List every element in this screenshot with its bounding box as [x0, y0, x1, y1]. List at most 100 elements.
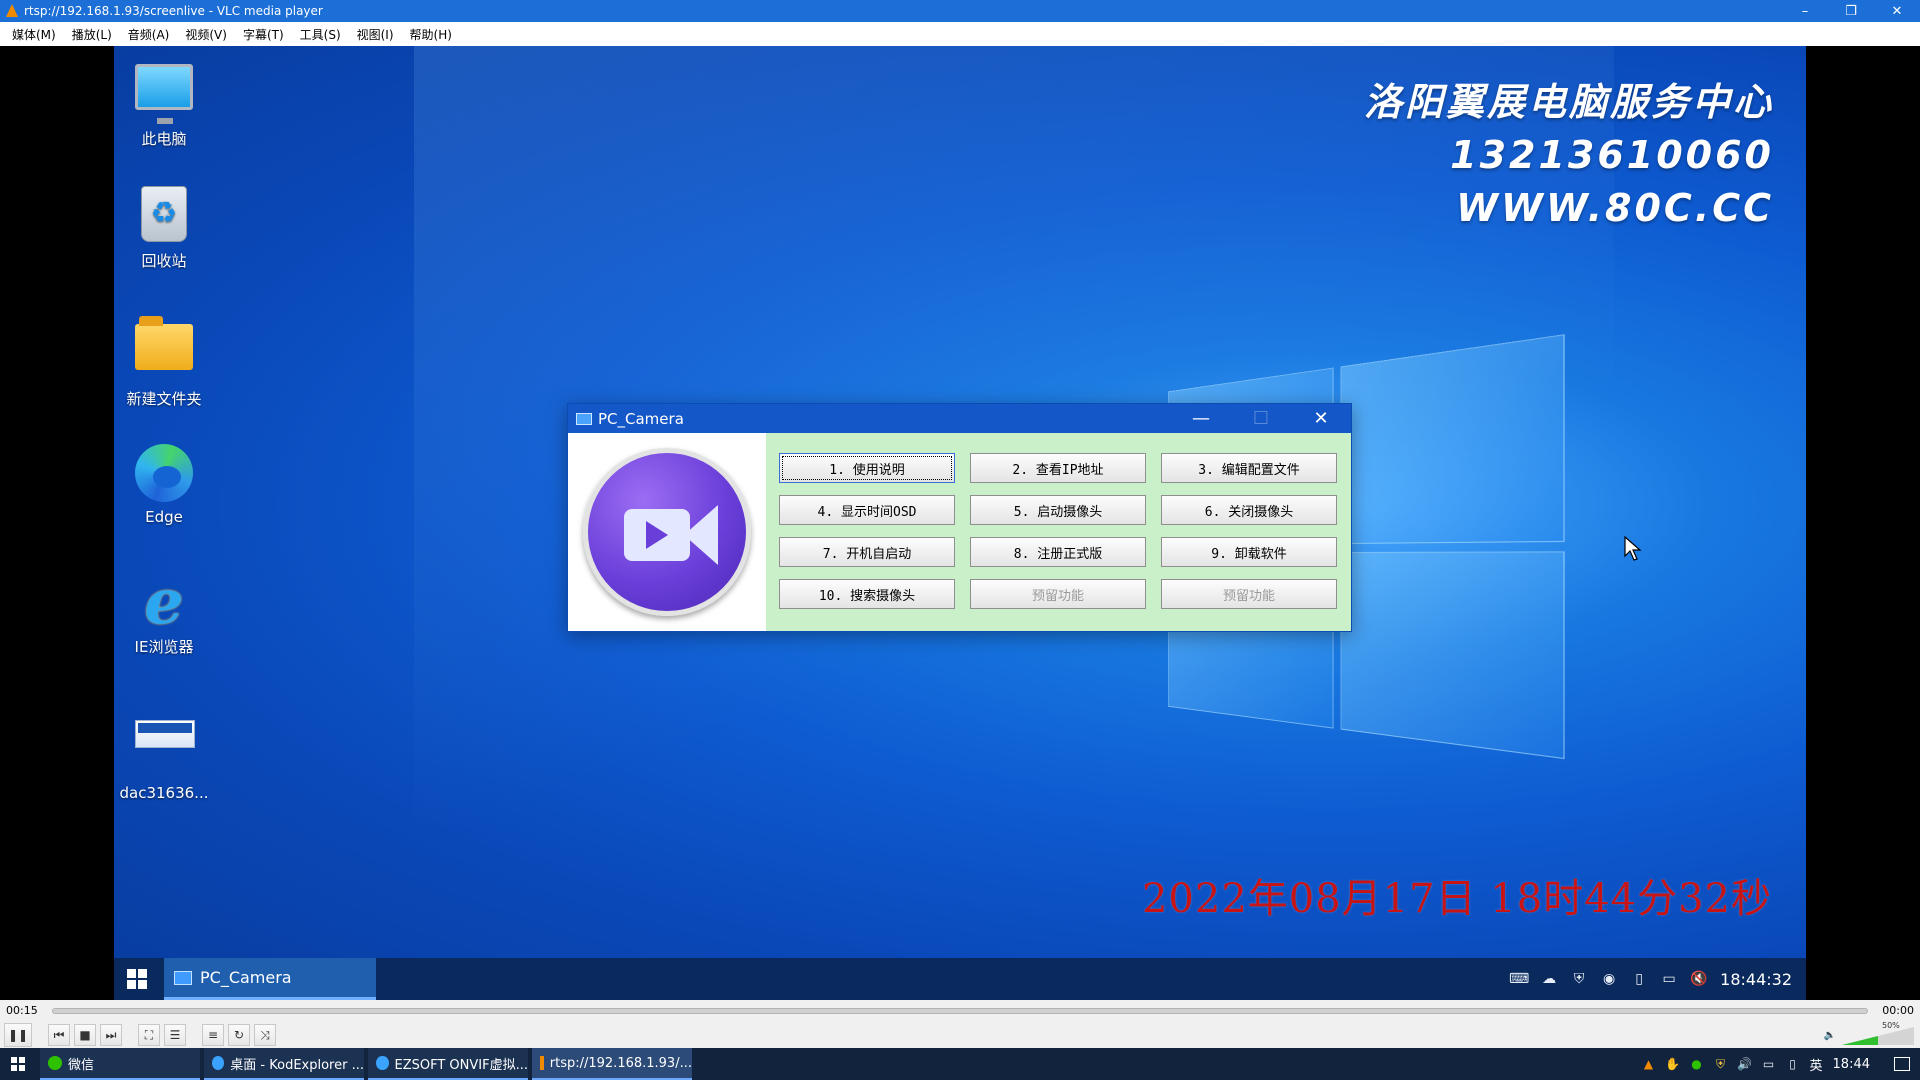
- pc-camera-window: PC_Camera — ☐ ✕ 1. 使用说明 2. 查看IP地址 3. 编辑配…: [567, 403, 1352, 632]
- taskbar-item-vlc[interactable]: rtsp://192.168.1.93/...: [532, 1048, 692, 1080]
- overlay-company: 洛阳翼展电脑服务中心: [1364, 76, 1774, 129]
- previous-button[interactable]: ⏮: [48, 1024, 70, 1046]
- desktop-icon-new-folder[interactable]: 新建文件夹: [114, 316, 214, 409]
- taskbar-item-wechat[interactable]: 微信: [40, 1048, 200, 1080]
- desktop-icon-recycle-bin[interactable]: ♻ 回收站: [114, 186, 214, 271]
- pc-camera-close-button[interactable]: ✕: [1291, 404, 1351, 433]
- stop-camera-button[interactable]: 6. 关闭摄像头: [1161, 495, 1337, 525]
- menu-audio[interactable]: 音频(A): [120, 26, 178, 43]
- remote-start-button[interactable]: [114, 958, 160, 1000]
- minimize-button[interactable]: –: [1782, 0, 1828, 22]
- vlc-tray-icon[interactable]: ▲: [1642, 1057, 1656, 1071]
- hand-icon[interactable]: ✋: [1666, 1057, 1680, 1071]
- search-camera-button[interactable]: 10. 搜索摄像头: [779, 579, 955, 609]
- video-camera-icon: [583, 448, 751, 616]
- browser-icon[interactable]: ◉: [1600, 970, 1618, 988]
- network-icon[interactable]: ▭: [1660, 970, 1678, 988]
- host-clock[interactable]: 18:44: [1833, 1057, 1870, 1072]
- network-icon[interactable]: ▭: [1762, 1057, 1776, 1071]
- next-icon: ⏭: [106, 1028, 117, 1043]
- shield-icon[interactable]: ⛨: [1714, 1057, 1728, 1071]
- taskbar-item-kodexplorer[interactable]: 桌面 - KodExplorer ...: [204, 1048, 364, 1080]
- edge-icon: [212, 1056, 224, 1070]
- menu-video[interactable]: 视频(V): [177, 26, 235, 43]
- start-button[interactable]: [0, 1048, 36, 1080]
- pause-button[interactable]: ❚❚: [4, 1023, 32, 1047]
- wechat-tray-icon[interactable]: ●: [1690, 1057, 1704, 1071]
- menu-playback[interactable]: 播放(L): [64, 26, 120, 43]
- usb-icon[interactable]: ▯: [1786, 1057, 1800, 1071]
- mouse-cursor-icon: [1624, 536, 1642, 562]
- autostart-button[interactable]: 7. 开机自启动: [779, 537, 955, 567]
- fullscreen-button[interactable]: ⛶: [138, 1024, 160, 1046]
- taskbar-item-label: rtsp://192.168.1.93/...: [550, 1056, 692, 1071]
- volume-control: 🔈 50%: [1824, 1025, 1914, 1045]
- pc-camera-minimize-button[interactable]: —: [1171, 404, 1231, 433]
- volume-icon[interactable]: 🔊: [1738, 1057, 1752, 1071]
- uninstall-button[interactable]: 9. 卸载软件: [1161, 537, 1337, 567]
- notification-icon[interactable]: [1894, 1057, 1910, 1071]
- desktop-icon-edge[interactable]: Edge: [114, 444, 214, 526]
- pc-camera-app-icon: [576, 413, 592, 425]
- menu-help[interactable]: 帮助(H): [402, 26, 460, 43]
- overlay-text: 洛阳翼展电脑服务中心 13213610060 WWW.80C.CC: [1364, 76, 1774, 235]
- desktop-icon-ie[interactable]: e IE浏览器: [114, 572, 214, 657]
- playlist-icon: ≡: [208, 1028, 218, 1042]
- desktop-icon-this-pc[interactable]: 此电脑: [114, 58, 214, 149]
- menu-view[interactable]: 视图(I): [349, 26, 402, 43]
- vlc-menu-bar: 媒体(M) 播放(L) 音频(A) 视频(V) 字幕(T) 工具(S) 视图(I…: [0, 22, 1920, 46]
- show-osd-button[interactable]: 4. 显示时间OSD: [779, 495, 955, 525]
- playlist-button[interactable]: ≡: [202, 1024, 224, 1046]
- close-button[interactable]: ✕: [1874, 0, 1920, 22]
- vlc-cone-icon: [540, 1056, 544, 1070]
- taskbar-item-label: 微信: [68, 1054, 94, 1073]
- this-pc-icon: [135, 64, 193, 122]
- remote-task-pc-camera[interactable]: PC_Camera: [164, 958, 376, 1000]
- reserved-button: 预留功能: [970, 579, 1146, 609]
- restore-button[interactable]: ❐: [1828, 0, 1874, 22]
- overlay-phone: 13213610060: [1364, 129, 1774, 182]
- seek-slider[interactable]: [52, 1008, 1868, 1014]
- image-file-icon: [135, 720, 193, 778]
- stop-button[interactable]: ■: [74, 1024, 96, 1046]
- remote-desktop: 此电脑 ♻ 回收站 新建文件夹 Edge e IE浏览器 dac31636...…: [114, 46, 1806, 1000]
- stop-icon: ■: [79, 1028, 90, 1042]
- menu-media[interactable]: 媒体(M): [4, 26, 64, 43]
- menu-tools[interactable]: 工具(S): [292, 26, 349, 43]
- ime-indicator[interactable]: 英: [1810, 1055, 1823, 1074]
- reserved-button: 预留功能: [1161, 579, 1337, 609]
- desktop-icon-label: dac31636...: [120, 784, 209, 802]
- next-button[interactable]: ⏭: [100, 1024, 122, 1046]
- video-area[interactable]: 此电脑 ♻ 回收站 新建文件夹 Edge e IE浏览器 dac31636...…: [0, 46, 1920, 1000]
- shuffle-button[interactable]: ⤨: [254, 1024, 276, 1046]
- register-button[interactable]: 8. 注册正式版: [970, 537, 1146, 567]
- keyboard-icon[interactable]: ⌨: [1510, 970, 1528, 988]
- menu-subtitle[interactable]: 字幕(T): [235, 26, 292, 43]
- loop-button[interactable]: ↻: [228, 1024, 250, 1046]
- desktop-icon-label: 此电脑: [141, 130, 186, 148]
- desktop-icon-image-file[interactable]: dac31636...: [114, 700, 214, 802]
- pc-camera-app-icon: [174, 971, 192, 985]
- vlc-controls: ❚❚ ⏮ ■ ⏭ ⛶ ☰ ≡ ↻ ⤨ 🔈 50%: [0, 1022, 1920, 1048]
- edge-icon: [376, 1056, 389, 1070]
- cloud-icon[interactable]: ☁: [1540, 970, 1558, 988]
- edit-config-button[interactable]: 3. 编辑配置文件: [1161, 453, 1337, 483]
- extended-settings-button[interactable]: ☰: [164, 1024, 186, 1046]
- view-ip-button[interactable]: 2. 查看IP地址: [970, 453, 1146, 483]
- volume-label: 50%: [1882, 1021, 1900, 1030]
- vlc-cone-icon: [6, 4, 18, 18]
- volume-muted-icon[interactable]: 🔇: [1690, 970, 1708, 988]
- host-taskbar: 微信 桌面 - KodExplorer ... EZSOFT ONVIF虚拟..…: [0, 1048, 1920, 1080]
- volume-slider[interactable]: 50%: [1842, 1025, 1914, 1045]
- system-tray: ▲ ✋ ● ⛨ 🔊 ▭ ▯ 英 18:44: [1642, 1055, 1920, 1074]
- usage-instructions-button[interactable]: 1. 使用说明: [779, 453, 955, 483]
- shield-icon[interactable]: ⛨: [1570, 970, 1588, 988]
- window-title: rtsp://192.168.1.93/screenlive - VLC med…: [24, 4, 1782, 18]
- usb-icon[interactable]: ▯: [1630, 970, 1648, 988]
- fullscreen-icon: ⛶: [145, 1028, 153, 1043]
- taskbar-item-ezsoft[interactable]: EZSOFT ONVIF虚拟...: [368, 1048, 528, 1080]
- start-camera-button[interactable]: 5. 启动摄像头: [970, 495, 1146, 525]
- speaker-icon[interactable]: 🔈: [1824, 1030, 1836, 1041]
- pc-camera-maximize-button: ☐: [1231, 404, 1291, 433]
- pc-camera-title: PC_Camera: [598, 410, 1171, 428]
